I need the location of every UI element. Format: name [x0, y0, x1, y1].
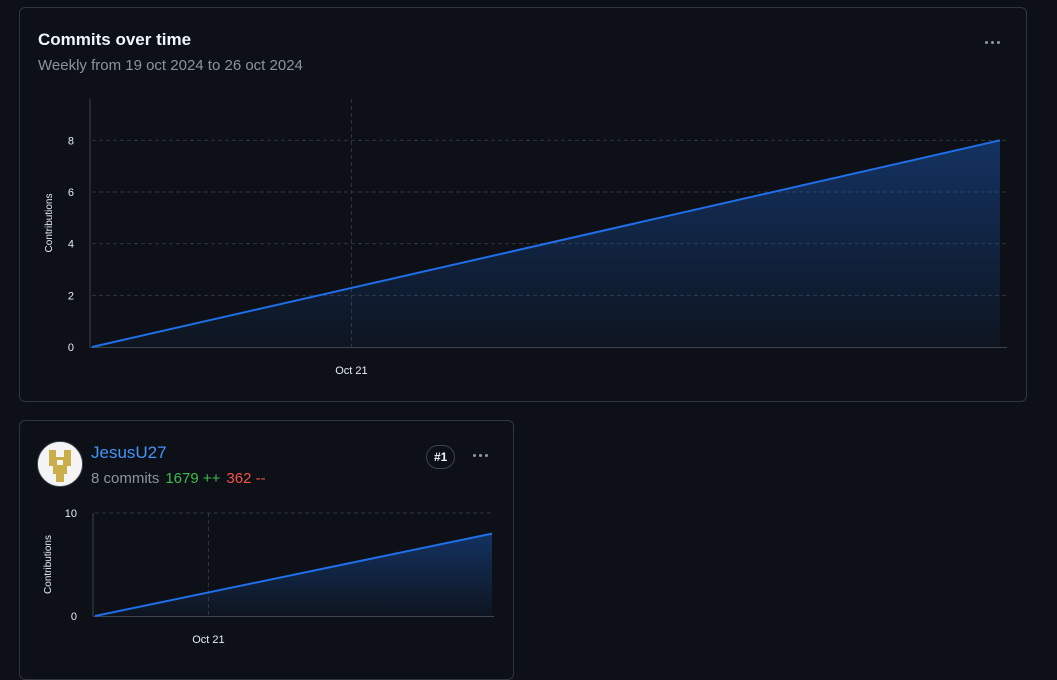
commits-over-time-card: Commits over time Weekly from 19 oct 202… [19, 7, 1027, 402]
y-tick-label: 2 [68, 290, 74, 302]
y-axis-label: Contributions [43, 535, 54, 594]
y-tick-label: 8 [68, 135, 74, 147]
y-tick-label: 0 [68, 342, 74, 354]
contributor-chart: Oct 21 0 10 Contributions [43, 508, 494, 646]
y-tick-label: 0 [71, 611, 77, 623]
contributor-card: JesusU27 8 commits 1679 ++ 362 -- #1 Oct 2… [19, 420, 514, 680]
y-tick-label: 10 [65, 508, 77, 520]
x-tick-label: Oct 21 [335, 365, 367, 377]
y-tick-label: 6 [68, 187, 74, 199]
x-tick-label: Oct 21 [192, 634, 224, 646]
y-tick-label: 4 [68, 239, 74, 251]
y-axis-label: Contributions [44, 194, 55, 253]
commits-chart: Oct 21 0 2 4 6 8 Contributions [44, 99, 1007, 377]
